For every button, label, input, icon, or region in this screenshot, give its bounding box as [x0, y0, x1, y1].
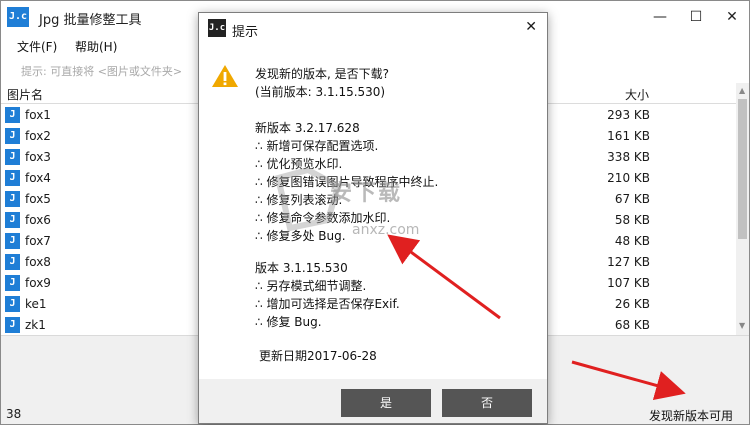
arrow-to-changelog — [387, 234, 501, 320]
annotation-arrows — [387, 234, 686, 401]
arrow-to-update-link — [571, 360, 686, 401]
